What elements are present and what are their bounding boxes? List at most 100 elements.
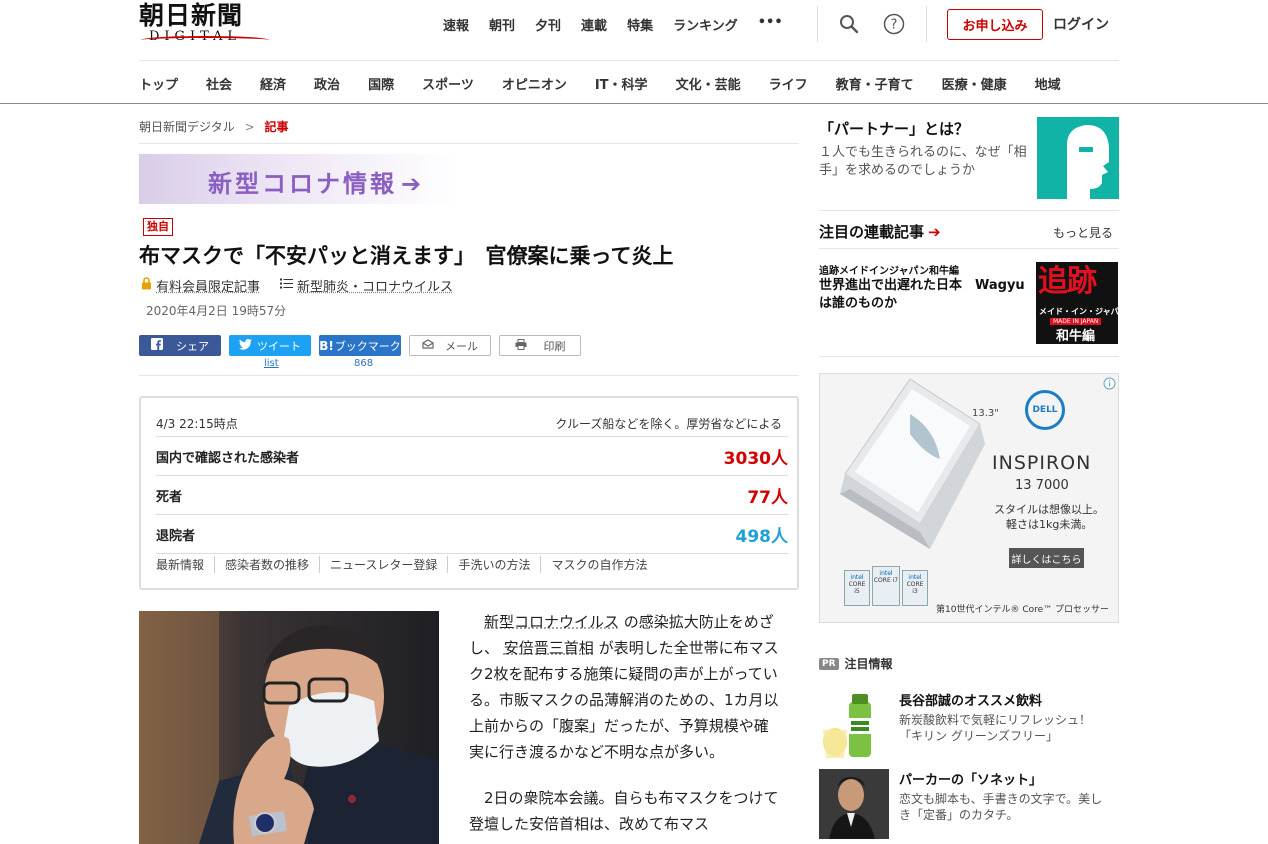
sidebar-rule-2 xyxy=(819,248,1119,249)
topnav-more[interactable]: ••• xyxy=(758,15,783,33)
facebook-share-button[interactable]: シェア xyxy=(139,335,221,356)
cat-culture[interactable]: 文化・芸能 xyxy=(676,74,741,93)
confirmed-label: 国内で確認された感染者 xyxy=(156,450,300,466)
site-logo[interactable]: 朝日新聞 DIGITAL xyxy=(139,2,274,47)
topnav-ranking[interactable]: ランキング xyxy=(673,15,738,34)
ad-cpu-note: 第10世代インテル® Core™ プロセッサー xyxy=(936,605,1110,615)
body-text-2: が表明した全世帯に布マスク2枚を配布する施策に疑問の声が上がっている。市販マスク… xyxy=(469,639,779,761)
topnav-breaking[interactable]: 速報 xyxy=(443,15,469,34)
stats-source-note: クルーズ船などを除く。厚労省などによる xyxy=(555,417,782,431)
twitter-tweet-button[interactable]: ツイート xyxy=(229,335,311,356)
covid-keyword-link[interactable]: 新型コロナウイルス xyxy=(484,613,619,631)
series-img-tag: MADE IN JAPAN xyxy=(1050,318,1102,325)
intel-chip-i3: intel CORE i3 xyxy=(902,570,928,606)
partner-title[interactable]: 「パートナー」とは？ xyxy=(819,118,969,139)
topnav-evening[interactable]: 夕刊 xyxy=(535,15,561,34)
topnav-series[interactable]: 連載 xyxy=(581,15,607,34)
series-kicker[interactable]: 追跡メイドインジャパン和牛編 xyxy=(819,262,959,277)
exclusive-tag: 独自 xyxy=(143,218,173,236)
pr-item-2-title[interactable]: パーカーの「ソネット」 xyxy=(899,769,1042,788)
stats-row-discharged: 退院者 498人 xyxy=(156,514,788,553)
hatena-count[interactable]: 868 xyxy=(354,358,373,369)
link-handwash[interactable]: 手洗いの方法 xyxy=(447,556,540,573)
topnav-features[interactable]: 特集 xyxy=(627,15,653,34)
members-only-label[interactable]: 有料会員限定記事 xyxy=(156,276,260,295)
pr-heading-label: 注目情報 xyxy=(844,657,893,671)
cat-top[interactable]: トップ xyxy=(139,74,178,93)
cat-international[interactable]: 国際 xyxy=(368,74,394,93)
header-divider-2 xyxy=(926,6,927,42)
arrow-right-icon: ➔ xyxy=(928,223,941,241)
list-icon xyxy=(280,278,294,293)
breadcrumb-home[interactable]: 朝日新聞デジタル xyxy=(139,120,235,134)
login-link[interactable]: ログイン xyxy=(1053,14,1109,34)
ad-model-no: 13 7000 xyxy=(1015,478,1069,493)
covid-info-banner[interactable]: 新型コロナ情報 ➔ xyxy=(139,154,459,204)
pr-item-1-title[interactable]: 長谷部誠のオススメ飲料 xyxy=(899,690,1042,709)
breadcrumb: 朝日新聞デジタル > 記事 xyxy=(139,118,289,135)
intel-chip-i5: intel CORE i5 xyxy=(844,570,870,606)
mail-share-button[interactable]: メール xyxy=(409,335,491,356)
cat-life[interactable]: ライフ xyxy=(769,74,808,93)
link-newsletter[interactable]: ニュースレター登録 xyxy=(319,556,447,573)
nav-rule xyxy=(0,103,1268,104)
topnav-morning[interactable]: 朝刊 xyxy=(489,15,515,34)
pr-item-2-desc[interactable]: 恋文も脚本も、手書きの文字で。美しき「定番」のカタチ。 xyxy=(899,791,1114,823)
hatena-bookmark-button[interactable]: B! ブックマーク xyxy=(319,335,401,356)
breadcrumb-rule xyxy=(139,143,799,144)
ad-copy-2: 軽さは1kg未満。 xyxy=(1006,518,1093,531)
pr-item-1-thumb[interactable] xyxy=(819,690,889,760)
more-link[interactable]: もっと見る xyxy=(1053,224,1113,241)
stats-links: 最新情報 感染者数の推移 ニュースレター登録 手洗いの方法 マスクの自作方法 xyxy=(156,556,657,573)
facebook-share-label: シェア xyxy=(176,339,209,353)
cat-it-science[interactable]: IT・科学 xyxy=(595,74,648,93)
svg-text:?: ? xyxy=(891,18,898,33)
pr-item-2-thumb[interactable] xyxy=(819,769,889,839)
arrow-right-icon: ➔ xyxy=(401,170,425,198)
pr-item-1-desc[interactable]: 新炭酸飲料で気軽にリフレッシュ！「キリン グリーンズフリー」 xyxy=(899,712,1114,744)
twitter-tweet-label: ツイート xyxy=(257,339,301,353)
sidebar-rule-1 xyxy=(819,210,1119,211)
pr-heading: PR 注目情報 xyxy=(819,655,893,672)
series-img-big: 追跡 xyxy=(1038,264,1097,299)
cat-politics[interactable]: 政治 xyxy=(314,74,340,93)
hatena-bookmark-label: ブックマーク xyxy=(334,339,401,353)
series-title[interactable]: 世界進出で出遅れた日本 Wagyuは誰のものか xyxy=(819,277,1034,313)
partner-thumbnail[interactable] xyxy=(1037,117,1119,199)
dell-logo: DELL xyxy=(1025,390,1065,430)
ad-cta-button[interactable]: 詳しくはこちら xyxy=(1009,548,1084,568)
series-thumbnail[interactable]: 追跡 メイド・イン・ジャパン MADE IN JAPAN 和牛編 xyxy=(1036,262,1118,344)
cat-economy[interactable]: 経済 xyxy=(260,74,286,93)
cat-society[interactable]: 社会 xyxy=(206,74,232,93)
cat-education[interactable]: 教育・子育て xyxy=(836,74,914,93)
cat-region[interactable]: 地域 xyxy=(1035,74,1061,93)
stats-row-confirmed: 国内で確認された感染者 3030人 xyxy=(156,436,788,475)
link-latest[interactable]: 最新情報 xyxy=(156,556,214,573)
article-photo[interactable] xyxy=(139,611,439,844)
partner-desc[interactable]: １人でも生きられるのに、なぜ「相手」を求めるのでしょうか xyxy=(819,144,1029,180)
help-icon[interactable]: ? xyxy=(882,12,906,36)
link-diy-mask[interactable]: マスクの自作方法 xyxy=(540,556,657,573)
cat-health[interactable]: 医療・健康 xyxy=(942,74,1007,93)
breadcrumb-current: 記事 xyxy=(264,120,289,134)
twitter-count[interactable]: list xyxy=(264,358,279,369)
link-trend[interactable]: 感染者数の推移 xyxy=(214,556,319,573)
ad-model: INSPIRON xyxy=(992,452,1092,474)
subscribe-button[interactable]: お申し込み xyxy=(947,9,1043,40)
series-heading[interactable]: 注目の連載記事 ➔ xyxy=(819,221,941,242)
ad-info-icon[interactable] xyxy=(1103,375,1116,394)
intel-chips: intel CORE i5 intel CORE i7 intel CORE i3 xyxy=(844,566,928,606)
abe-keyword-link[interactable]: 安倍晋三首相 xyxy=(504,639,594,657)
print-button[interactable]: 印刷 xyxy=(499,335,581,356)
page: 朝日新聞 DIGITAL 速報 朝刊 夕刊 連載 特集 ランキング ••• ? … xyxy=(0,0,1268,844)
topic-link[interactable]: 新型肺炎・コロナウイルス xyxy=(297,276,453,295)
share-rule xyxy=(139,375,799,376)
hatena-icon: B! xyxy=(319,338,334,353)
series-img-foot: 和牛編 xyxy=(1056,329,1096,344)
cat-opinion[interactable]: オピニオン xyxy=(502,74,567,93)
series-img-sub: メイド・イン・ジャパン xyxy=(1039,307,1118,316)
top-nav: 速報 朝刊 夕刊 連載 特集 ランキング ••• xyxy=(443,15,803,34)
search-icon[interactable] xyxy=(837,12,861,36)
dell-ad[interactable]: 13.3" DELL INSPIRON 13 7000 スタイルは想像以上。 軽… xyxy=(819,373,1119,623)
cat-sports[interactable]: スポーツ xyxy=(422,74,474,93)
